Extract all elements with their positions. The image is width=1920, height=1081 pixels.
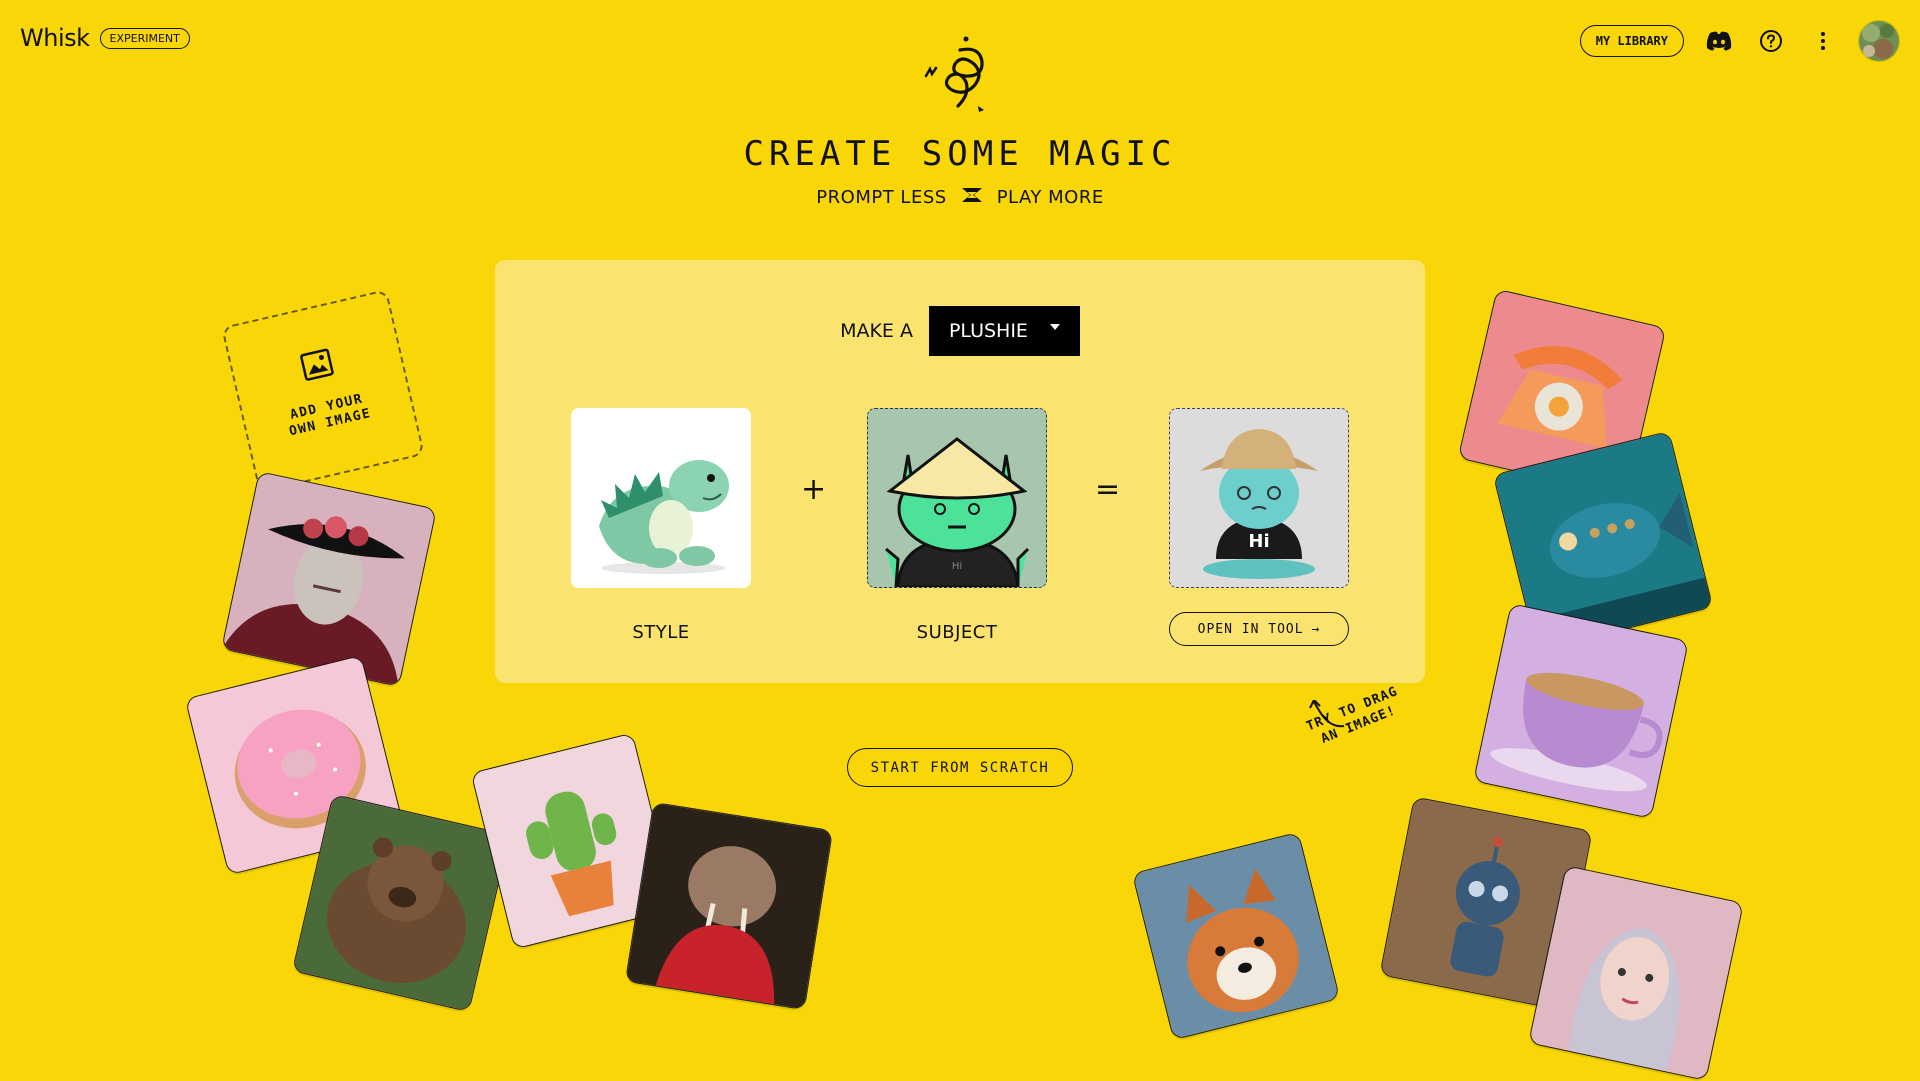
open-in-tool-button[interactable]: OPEN IN TOOL →	[1169, 612, 1349, 646]
tagline-right: PLAY MORE	[996, 187, 1104, 208]
remix-card: MAKE A PLUSHIE + Hi = Hi STYLE SUBJECT O…	[495, 260, 1425, 683]
silver-hair-woman-image[interactable]	[1528, 865, 1744, 1081]
urchin-teacup-image[interactable]	[1473, 603, 1689, 819]
tagline-left: PROMPT LESS	[816, 187, 947, 208]
add-image-text: ADD YOUR OWN IMAGE	[284, 390, 373, 440]
style-image-slot[interactable]	[571, 408, 751, 588]
make-row: MAKE A PLUSHIE	[495, 306, 1425, 356]
experiment-badge: EXPERIMENT	[99, 27, 190, 49]
subject-image-slot[interactable]: Hi	[867, 408, 1047, 588]
brand: Whisk EXPERIMENT	[20, 24, 190, 52]
vampire-portrait-image[interactable]	[221, 471, 437, 687]
dinosaur-plushie-image	[571, 408, 751, 588]
add-image-dropzone[interactable]: ADD YOUR OWN IMAGE	[221, 289, 425, 493]
green-character-image: Hi	[868, 409, 1046, 587]
caret-down-icon	[1049, 324, 1060, 330]
make-type-value: PLUSHIE	[948, 320, 1028, 342]
make-type-dropdown[interactable]: PLUSHIE	[928, 306, 1080, 356]
subject-shirt-text: Hi	[952, 561, 962, 572]
page-title: CREATE SOME MAGIC	[743, 134, 1177, 174]
plus-sign: +	[801, 472, 827, 507]
app-name[interactable]: Whisk	[20, 24, 90, 52]
make-label: MAKE A	[840, 320, 913, 342]
start-from-scratch-button[interactable]: START FROM SCRATCH	[847, 748, 1073, 787]
style-label: STYLE	[632, 622, 690, 643]
walrus-image[interactable]	[624, 801, 834, 1011]
open-in-tool-label: OPEN IN TOOL	[1197, 621, 1304, 637]
more-vert-icon[interactable]	[1806, 24, 1840, 58]
header-actions: MY LIBRARY	[1579, 20, 1900, 62]
tagline: PROMPT LESS PLAY MORE	[0, 186, 1920, 209]
subject-label: SUBJECT	[916, 622, 998, 643]
my-library-button[interactable]: MY LIBRARY	[1579, 25, 1684, 57]
drag-hint: TRY TO DRAG AN IMAGE!	[1298, 681, 1413, 754]
result-shirt-text: Hi	[1248, 531, 1269, 552]
shiba-dog-image[interactable]	[1131, 831, 1341, 1041]
avatar[interactable]	[1858, 20, 1900, 62]
brown-bear-image[interactable]	[291, 793, 511, 1013]
equals-sign: =	[1095, 472, 1121, 507]
help-icon[interactable]	[1754, 24, 1788, 58]
discord-icon[interactable]	[1702, 24, 1736, 58]
whisk-logo-icon	[910, 32, 995, 124]
spark-icon	[961, 186, 983, 209]
arrow-right-icon: →	[1311, 621, 1321, 637]
result-plushie-image: Hi	[1170, 409, 1348, 587]
image-icon	[299, 348, 335, 386]
result-image-slot[interactable]: Hi	[1169, 408, 1349, 588]
